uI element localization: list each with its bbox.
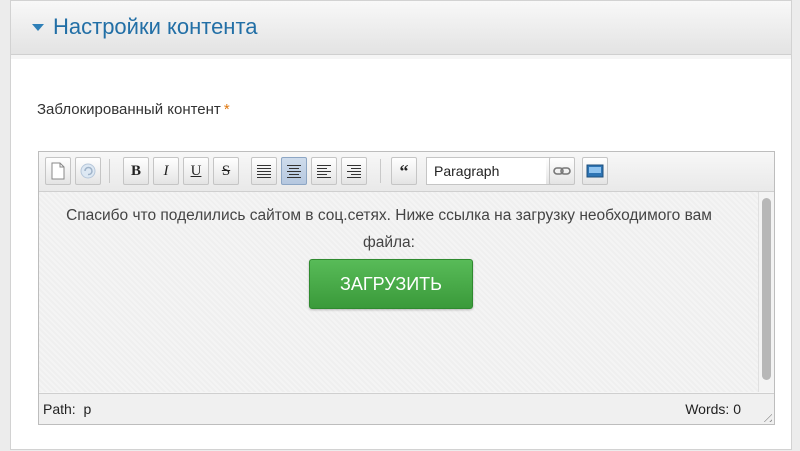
field-label-text: Заблокированный контент xyxy=(37,101,221,118)
editor-statusbar: Path: p Words: 0 xyxy=(39,393,774,424)
path-indicator: Path: p xyxy=(43,401,91,417)
strikethrough-button[interactable]: S xyxy=(213,157,239,185)
path-value[interactable]: p xyxy=(83,401,91,417)
panel-title: Настройки контента xyxy=(53,14,258,39)
bold-label: B xyxy=(130,162,141,179)
bold-button[interactable]: B xyxy=(123,157,149,185)
collapse-caret-icon[interactable] xyxy=(32,24,44,31)
format-select[interactable]: Paragraph xyxy=(426,157,547,185)
link-button[interactable] xyxy=(549,157,575,185)
link-icon xyxy=(553,167,571,175)
format-select-value: Paragraph xyxy=(434,163,500,179)
new-document-icon xyxy=(51,162,65,180)
editor-scrollbar[interactable] xyxy=(758,192,774,392)
image-icon xyxy=(586,164,604,178)
resize-grip-icon[interactable] xyxy=(760,410,772,422)
required-mark: * xyxy=(223,101,230,118)
new-document-button[interactable] xyxy=(45,157,71,185)
content-text: Спасибо что поделились сайтом в соц.сетя… xyxy=(66,207,712,251)
align-center-button[interactable] xyxy=(281,157,307,185)
blockquote-button[interactable]: “ xyxy=(391,157,417,185)
align-left-icon xyxy=(317,164,331,178)
editor-content-area[interactable]: Спасибо что поделились сайтом в соц.сетя… xyxy=(39,192,759,392)
words-value: 0 xyxy=(733,401,741,417)
scrollbar-thumb[interactable] xyxy=(762,198,771,380)
blockquote-icon: “ xyxy=(399,160,409,181)
content-settings-panel: Настройки контента Заблокированный конте… xyxy=(10,0,792,450)
italic-button[interactable]: I xyxy=(153,157,179,185)
italic-label: I xyxy=(163,162,169,179)
underline-button[interactable]: U xyxy=(183,157,209,185)
rich-text-editor: B I U S “ Paragraph Спасибо что поделили… xyxy=(38,151,775,425)
align-center-icon xyxy=(287,164,301,178)
image-button[interactable] xyxy=(582,157,608,185)
underline-label: U xyxy=(190,162,202,179)
panel-header[interactable]: Настройки контента xyxy=(11,1,791,55)
path-label: Path: xyxy=(43,401,76,417)
strikethrough-label: S xyxy=(221,162,231,179)
word-count: Words: 0 xyxy=(685,401,741,417)
undo-icon xyxy=(80,163,96,179)
align-justify-icon xyxy=(257,164,271,178)
align-left-button[interactable] xyxy=(311,157,337,185)
download-button[interactable]: ЗАГРУЗИТЬ xyxy=(309,259,473,309)
editor-toolbar: B I U S “ Paragraph xyxy=(39,152,774,192)
align-right-icon xyxy=(347,164,361,178)
field-label: Заблокированный контент * xyxy=(37,99,237,121)
panel-body: Заблокированный контент * B I U S “ Para… xyxy=(11,55,791,451)
align-justify-button[interactable] xyxy=(251,157,277,185)
align-right-button[interactable] xyxy=(341,157,367,185)
words-label: Words: xyxy=(685,401,730,417)
undo-button[interactable] xyxy=(75,157,101,185)
